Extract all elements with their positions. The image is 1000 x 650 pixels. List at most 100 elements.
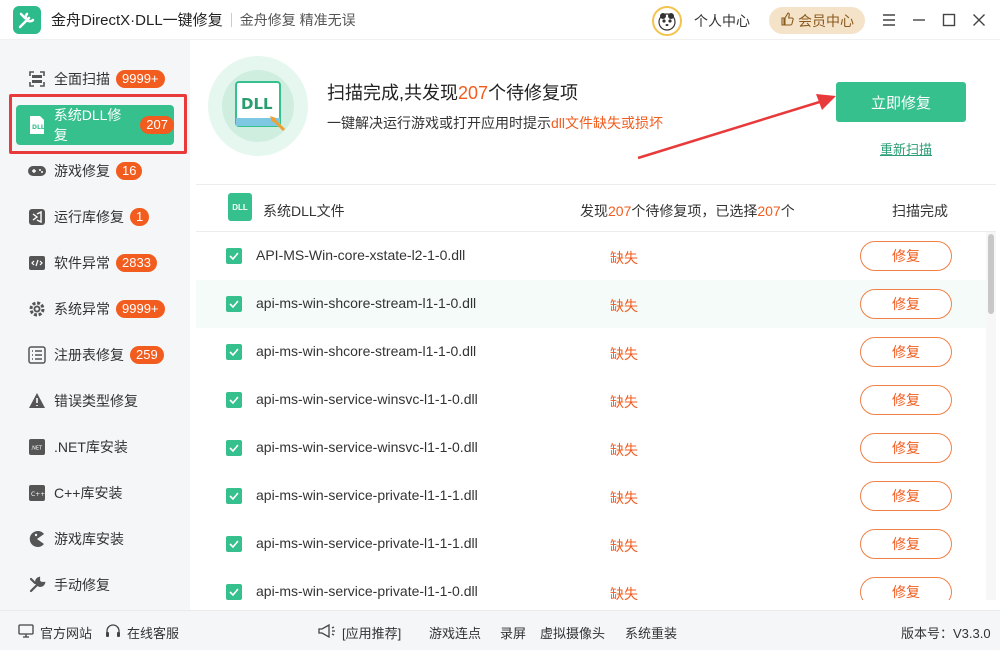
sidebar-item-software-error[interactable]: 软件异常 2833 <box>16 243 174 283</box>
sidebar-item-label: 手动修复 <box>54 577 110 593</box>
count-badge: 1 <box>130 208 150 226</box>
avatar[interactable] <box>652 6 682 36</box>
repair-button[interactable]: 修复 <box>860 337 952 367</box>
repair-button[interactable]: 修复 <box>860 577 952 600</box>
table-row: api-ms-win-service-private-l1-1-1.dll 缺失… <box>196 520 986 568</box>
sidebar-item-runtime-fix[interactable]: 运行库修复 1 <box>16 197 174 237</box>
megaphone-icon <box>318 623 336 641</box>
official-website-label: 官方网站 <box>40 626 93 641</box>
table-row: api-ms-win-service-private-l1-1-0.dll 缺失… <box>196 568 986 600</box>
vip-center-label: 会员中心 <box>798 12 854 29</box>
count-badge: 259 <box>130 346 164 364</box>
selected-count: 207 <box>757 203 781 219</box>
sidebar-item-error-type-fix[interactable]: 错误类型修复 <box>16 381 174 421</box>
found-count: 207 <box>608 203 632 219</box>
visual-studio-icon <box>26 206 48 228</box>
table-row: api-ms-win-service-winsvc-l1-1-0.dll 缺失 … <box>196 376 986 424</box>
dll-file-name: api-ms-win-shcore-stream-l1-1-0.dll <box>256 295 477 311</box>
user-center-link[interactable]: 个人中心 <box>694 11 750 31</box>
fix-now-button[interactable]: 立即修复 <box>836 82 966 122</box>
repair-button[interactable]: 修复 <box>860 433 952 463</box>
sidebar-item-label: 错误类型修复 <box>54 393 138 409</box>
scan-icon <box>26 68 48 90</box>
headset-icon <box>105 624 121 641</box>
minimize-icon[interactable] <box>909 10 929 30</box>
row-checkbox[interactable] <box>226 488 242 504</box>
svg-text:DLL: DLL <box>32 124 45 131</box>
repair-button[interactable]: 修复 <box>860 481 952 511</box>
repair-button[interactable]: 修复 <box>860 385 952 415</box>
sidebar-item-label: 注册表修复 <box>54 347 124 363</box>
file-state: 缺失 <box>610 298 638 314</box>
rescan-link[interactable]: 重新扫描 <box>880 139 932 158</box>
sidebar-item-label: 系统DLL修复 <box>53 107 122 143</box>
sidebar-item-label: 游戏库安装 <box>54 531 124 547</box>
dll-file-icon: DLL <box>222 70 294 142</box>
file-state: 缺失 <box>610 442 638 458</box>
footer-link-screen-recorder[interactable]: 录屏 <box>500 623 526 642</box>
maximize-icon[interactable] <box>939 10 959 30</box>
table-row: api-ms-win-service-private-l1-1-1.dll 缺失… <box>196 472 986 520</box>
sidebar-item-label: .NET库安装 <box>54 439 128 455</box>
footer-link-virtual-camera[interactable]: 虚拟摄像头 <box>540 623 605 642</box>
sidebar-item-game-fix[interactable]: 游戏修复 16 <box>16 151 174 191</box>
repair-button[interactable]: 修复 <box>860 289 952 319</box>
version-label: 版本号：V3.3.0 <box>901 626 991 641</box>
sidebar-item-label: 游戏修复 <box>54 163 110 179</box>
sidebar-item-system-dll[interactable]: DLL 系统DLL修复 207 <box>16 105 174 145</box>
dll-file-name: api-ms-win-shcore-stream-l1-1-0.dll <box>256 343 477 359</box>
summary-middle: 个待修复项，已选择 <box>631 203 758 219</box>
footer-link-system-reinstall[interactable]: 系统重装 <box>625 623 677 642</box>
row-checkbox[interactable] <box>226 584 242 600</box>
row-checkbox[interactable] <box>226 248 242 264</box>
row-checkbox[interactable] <box>226 344 242 360</box>
svg-text:.NET: .NET <box>31 446 43 452</box>
row-checkbox[interactable] <box>226 296 242 312</box>
scan-result-title: 扫描完成,共发现207个待修复项 <box>327 79 578 105</box>
table-row: api-ms-win-service-winsvc-l1-1-0.dll 缺失 … <box>196 424 986 472</box>
online-service-link[interactable]: 在线客服 <box>105 623 179 642</box>
issue-count: 207 <box>458 83 489 103</box>
count-badge: 9999+ <box>116 70 165 88</box>
svg-text:C++: C++ <box>31 491 45 498</box>
repair-button[interactable]: 修复 <box>860 241 952 271</box>
dll-file-name: api-ms-win-service-private-l1-1-0.dll <box>256 583 478 599</box>
row-checkbox[interactable] <box>226 536 242 552</box>
sidebar-item-full-scan[interactable]: 全面扫描 9999+ <box>16 59 174 99</box>
summary-prefix: 发现 <box>580 203 608 219</box>
footer-link-auto-clicker[interactable]: 游戏连点 <box>429 623 481 642</box>
sidebar-item-dotnet-install[interactable]: .NET .NET库安装 <box>16 427 174 467</box>
sidebar-item-cpp-install[interactable]: C++ C++库安装 <box>16 473 174 513</box>
sidebar-item-game-lib-install[interactable]: 游戏库安装 <box>16 519 174 559</box>
menu-icon[interactable] <box>879 10 899 30</box>
sidebar-item-registry-fix[interactable]: 注册表修复 259 <box>16 335 174 375</box>
pacman-icon <box>26 528 48 550</box>
file-state: 缺失 <box>610 346 638 362</box>
count-badge: 9999+ <box>116 300 165 318</box>
summary-suffix: 个 <box>780 203 795 219</box>
file-state: 缺失 <box>610 490 638 506</box>
sidebar-item-label: 全面扫描 <box>54 71 110 87</box>
wrench-icon <box>26 574 48 596</box>
sidebar-item-manual-fix[interactable]: 手动修复 <box>16 565 174 605</box>
file-state: 缺失 <box>610 394 638 410</box>
app-recommend-text: [应用推荐] <box>342 626 402 641</box>
status-bar: 官方网站 在线客服 [应用推荐] 游戏连点 录屏 虚拟摄像头 系统重装 版本号：… <box>0 610 1000 650</box>
warning-icon <box>26 390 48 412</box>
close-icon[interactable] <box>969 10 989 30</box>
dotnet-icon: .NET <box>26 436 48 458</box>
row-checkbox[interactable] <box>226 392 242 408</box>
sidebar-item-system-error[interactable]: 系统异常 9999+ <box>16 289 174 329</box>
vip-center-button[interactable]: 会员中心 <box>769 7 865 34</box>
table-row: api-ms-win-shcore-stream-l1-1-0.dll 缺失 修… <box>196 328 986 376</box>
repair-button[interactable]: 修复 <box>860 529 952 559</box>
row-checkbox[interactable] <box>226 440 242 456</box>
scan-title-suffix: 个待修复项 <box>488 83 579 103</box>
dll-file-list: API-MS-Win-core-xstate-l2-1-0.dll 缺失 修复 … <box>196 232 986 600</box>
dll-file-name: API-MS-Win-core-xstate-l2-1-0.dll <box>256 247 466 263</box>
official-website-link[interactable]: 官方网站 <box>18 623 92 642</box>
dll-icon: DLL <box>26 114 48 136</box>
cpp-icon: C++ <box>26 482 48 504</box>
scrollbar-thumb[interactable] <box>988 234 994 314</box>
title-divider <box>230 12 232 27</box>
